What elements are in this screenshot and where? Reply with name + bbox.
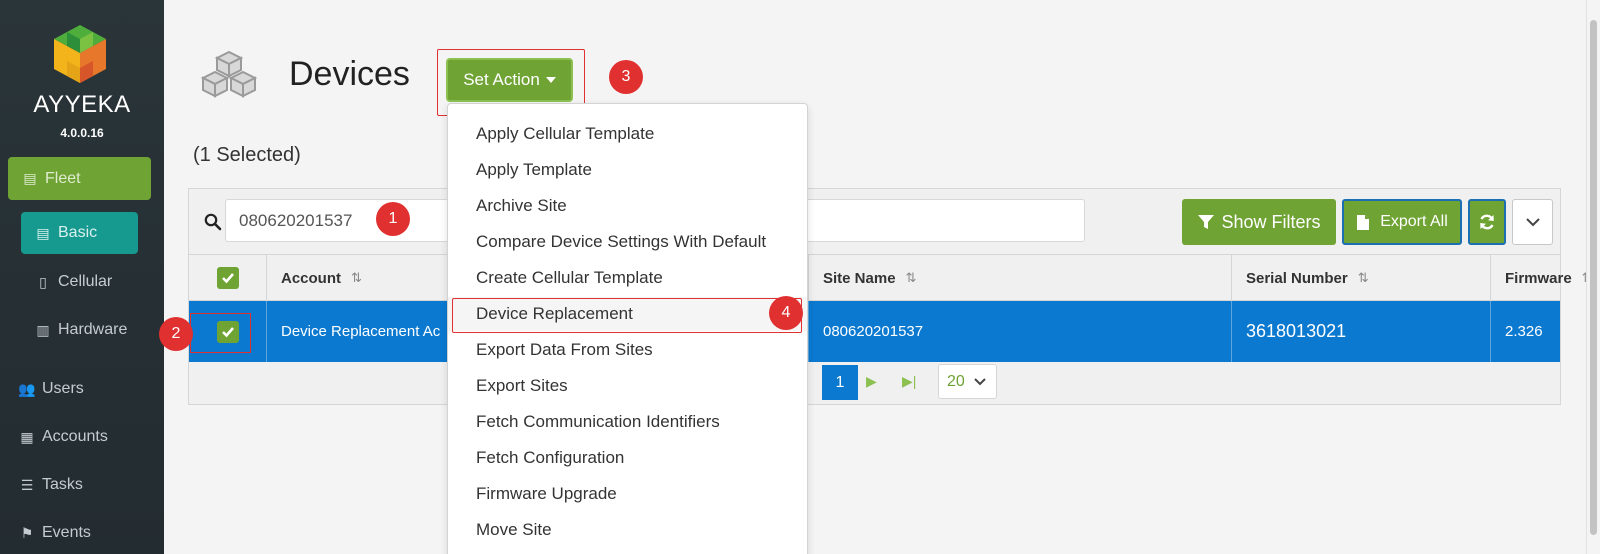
select-all-checkbox[interactable]: [216, 267, 239, 289]
annotation-box-row-checkbox: [190, 313, 251, 353]
page-size-value: 20: [947, 372, 965, 390]
more-options-button[interactable]: [1512, 199, 1553, 245]
last-page-icon[interactable]: ▶|: [902, 373, 916, 390]
export-all-button[interactable]: Export All: [1342, 199, 1462, 245]
cubes-icon: [201, 50, 257, 98]
users-icon: 👥: [18, 380, 36, 397]
pagination-current-page[interactable]: 1: [822, 365, 858, 400]
menu-item-apply-template[interactable]: Apply Template: [448, 153, 807, 187]
archive-icon: ▤: [23, 170, 37, 186]
chevron-down-icon: [974, 378, 986, 386]
annotation-box-device-replacement: [452, 298, 802, 333]
sidebar-item-label: Fleet: [45, 169, 81, 187]
select-all-cell: [189, 255, 267, 301]
menu-item-archive-site[interactable]: Archive Site: [448, 189, 807, 223]
sidebar-item-accounts[interactable]: ▦ Accounts: [0, 421, 164, 453]
column-header-site-name[interactable]: Site Name ⇅: [809, 255, 1232, 301]
ayyeka-logo: [54, 25, 106, 83]
sort-icon: ⇅: [351, 270, 362, 285]
annotation-badge-1: 1: [376, 202, 410, 236]
sidebar-item-label: Cellular: [58, 273, 113, 290]
cell-serial-number: 3618013021: [1232, 301, 1491, 362]
sidebar-item-tasks[interactable]: ☰ Tasks: [0, 469, 164, 501]
chevron-down-icon: [1525, 218, 1540, 227]
table-row[interactable]: Device Replacement Ac 080620201537 36180…: [189, 301, 1560, 362]
search-icon: [204, 213, 222, 231]
menu-item-compare-device-settings[interactable]: Compare Device Settings With Default: [448, 225, 807, 259]
table-header: Account ⇅ Site Name ⇅ Serial Number ⇅ Firmw…: [189, 254, 1593, 301]
annotation-badge-2: 2: [159, 317, 193, 351]
refresh-button[interactable]: [1468, 199, 1506, 245]
archive-icon: ▤: [36, 224, 50, 241]
flag-icon: ⚑: [20, 524, 34, 541]
column-header-serial-number[interactable]: Serial Number ⇅: [1232, 255, 1491, 301]
menu-item-firmware-upgrade[interactable]: Firmware Upgrade: [448, 477, 807, 511]
sidebar: AYYEKA 4.0.0.16 ▤ Fleet ▤ Basic ▯ Cellul…: [0, 0, 164, 554]
export-all-label: Export All: [1380, 213, 1448, 230]
brand-name: AYYEKA: [33, 91, 131, 118]
menu-item-fetch-configuration[interactable]: Fetch Configuration: [448, 441, 807, 475]
cell-site-name: 080620201537: [809, 301, 1232, 362]
check-icon: [221, 273, 234, 284]
sidebar-item-fleet[interactable]: ▤ Fleet: [8, 157, 151, 200]
sidebar-item-label: Hardware: [58, 321, 128, 338]
annotation-badge-4: 4: [769, 296, 803, 330]
scrollbar-thumb[interactable]: [1590, 20, 1597, 535]
menu-item-fetch-communication-identifiers[interactable]: Fetch Communication Identifiers: [448, 405, 807, 439]
menu-item-apply-cellular-template[interactable]: Apply Cellular Template: [448, 117, 807, 151]
menu-item-export-sites[interactable]: Export Sites: [448, 369, 807, 403]
sidebar-item-cellular[interactable]: ▯ Cellular: [0, 266, 164, 298]
sidebar-item-label: Accounts: [42, 428, 108, 445]
column-header-firmware[interactable]: Firmware⇅: [1491, 255, 1600, 301]
menu-item-create-cellular-template[interactable]: Create Cellular Template: [448, 261, 807, 295]
caret-down-icon: [545, 77, 556, 83]
sort-icon: ⇅: [1357, 270, 1369, 285]
menu-item-export-data-from-sites[interactable]: Export Data From Sites: [448, 333, 807, 367]
set-action-button[interactable]: Set Action: [446, 58, 573, 102]
menu-item-move-site[interactable]: Move Site: [448, 513, 807, 547]
sidebar-item-label: Tasks: [42, 476, 83, 493]
set-action-label: Set Action: [463, 70, 540, 89]
sidebar-item-label: Users: [42, 380, 84, 397]
sort-icon: ⇅: [905, 270, 917, 285]
file-icon: [1357, 214, 1370, 230]
page-title: Devices: [289, 55, 410, 93]
mobile-icon: ▯: [39, 273, 47, 290]
refresh-icon: [1480, 214, 1494, 230]
sidebar-item-label: Basic: [58, 224, 98, 241]
chip-icon: ▥: [36, 321, 50, 338]
sidebar-item-users[interactable]: 👥 Users: [0, 373, 164, 405]
tasks-icon: ☰: [20, 476, 34, 493]
cell-firmware: 2.326: [1505, 323, 1543, 340]
show-filters-button[interactable]: Show Filters: [1182, 199, 1336, 245]
next-page-icon[interactable]: ▶: [866, 373, 877, 390]
app-version: 4.0.0.16: [60, 126, 104, 140]
building-icon: ▦: [20, 428, 34, 445]
show-filters-label: Show Filters: [1221, 211, 1321, 232]
annotation-badge-3: 3: [609, 60, 643, 94]
sidebar-item-label: Events: [42, 524, 91, 541]
sidebar-item-events[interactable]: ⚑ Events: [0, 517, 164, 549]
filter-icon: [1198, 215, 1215, 229]
sidebar-item-hardware[interactable]: ▥ Hardware: [0, 314, 164, 346]
page-size-select[interactable]: 20: [938, 364, 997, 399]
selection-count: (1 Selected): [193, 144, 301, 166]
page-scrollbar[interactable]: [1586, 0, 1600, 554]
sidebar-item-basic[interactable]: ▤ Basic: [21, 212, 138, 254]
